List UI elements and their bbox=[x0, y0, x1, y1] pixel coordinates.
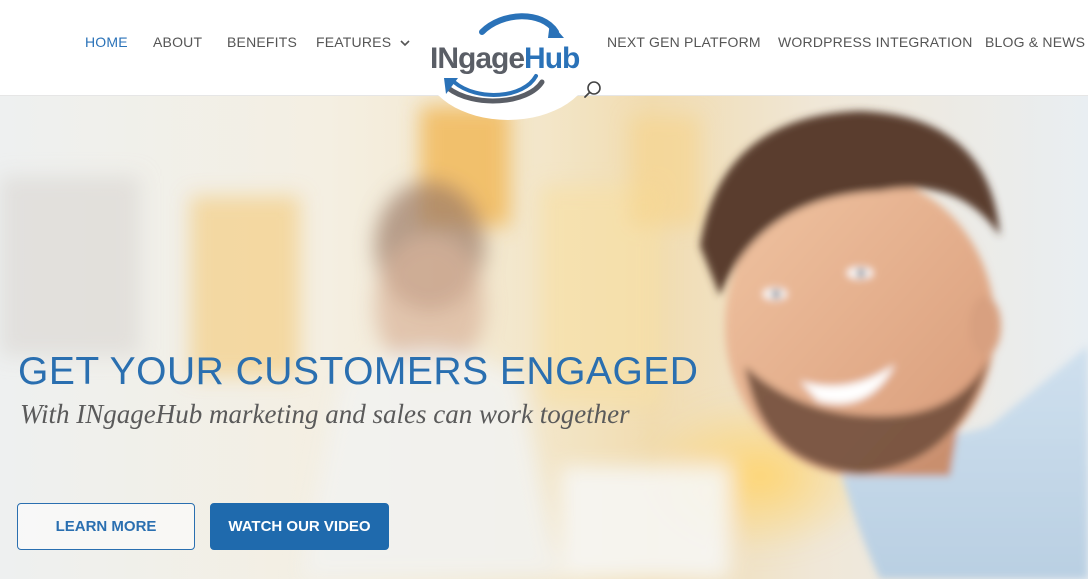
nav-wordpress-integration[interactable]: WORDPRESS INTEGRATION bbox=[778, 33, 973, 51]
nav-blog-news[interactable]: BLOG & NEWS bbox=[985, 33, 1085, 51]
hero-title: GET YOUR CUSTOMERS ENGAGED bbox=[18, 350, 699, 393]
hero-subtitle: With INgageHub marketing and sales can w… bbox=[20, 399, 630, 429]
search-icon[interactable] bbox=[583, 80, 603, 100]
nav-features[interactable]: FEATURES bbox=[316, 33, 411, 51]
watch-video-button[interactable]: WATCH OUR VIDEO bbox=[210, 503, 389, 550]
chevron-down-icon bbox=[400, 40, 410, 47]
learn-more-button[interactable]: LEARN MORE bbox=[17, 503, 195, 550]
nav-benefits[interactable]: BENEFITS bbox=[227, 33, 297, 51]
nav-about[interactable]: ABOUT bbox=[153, 33, 202, 51]
logo-wordmark: INgageHub bbox=[430, 42, 580, 76]
site-logo[interactable]: INgageHub bbox=[424, 8, 592, 120]
nav-next-gen-platform[interactable]: NEXT GEN PLATFORM bbox=[607, 33, 761, 51]
logo-text-ingage: INgage bbox=[430, 42, 525, 75]
hero-banner: GET YOUR CUSTOMERS ENGAGED With INgageHu… bbox=[0, 96, 1088, 579]
nav-features-label: FEATURES bbox=[316, 34, 392, 50]
logo-text-hub: Hub bbox=[524, 42, 580, 75]
nav-home[interactable]: HOME bbox=[85, 33, 128, 51]
